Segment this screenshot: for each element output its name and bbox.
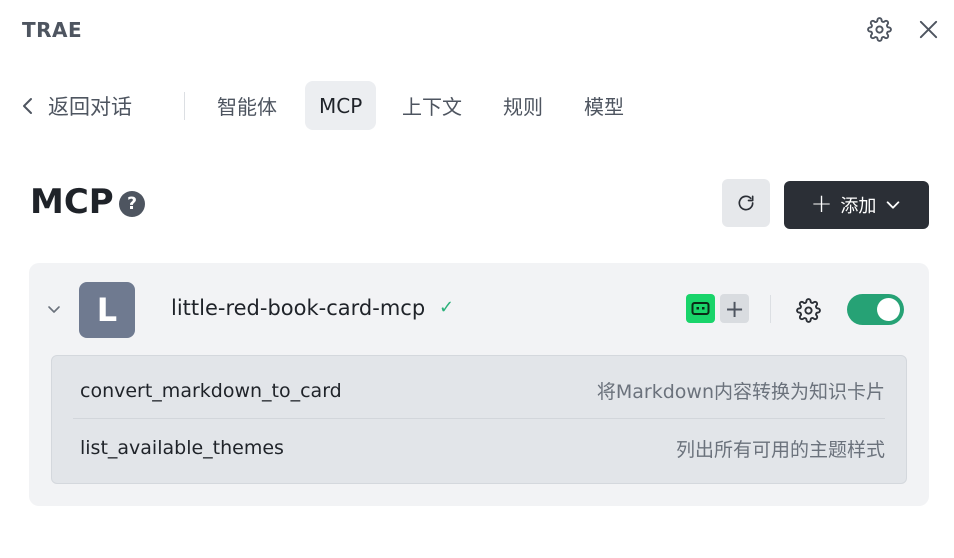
chevron-down-icon: [887, 201, 900, 209]
tab-agents[interactable]: 智能体: [203, 81, 291, 130]
tab-mcp[interactable]: MCP: [305, 81, 377, 130]
tool-name: list_available_themes: [80, 437, 284, 459]
close-icon[interactable]: [917, 18, 940, 41]
add-to-agent-button[interactable]: +: [720, 294, 749, 323]
chevron-left-icon: [23, 98, 32, 114]
add-button[interactable]: + 添加: [784, 181, 929, 229]
bot-icon: [691, 302, 710, 315]
tool-list: convert_markdown_to_card 将Markdown内容转换为知…: [51, 355, 907, 484]
nav-divider: [184, 92, 185, 120]
list-item: convert_markdown_to_card 将Markdown内容转换为知…: [73, 363, 885, 419]
back-to-chat-button[interactable]: 返回对话: [18, 88, 132, 124]
tool-description: 列出所有可用的主题样式: [675, 438, 885, 461]
tab-rules[interactable]: 规则: [489, 81, 557, 130]
avatar: L: [79, 282, 135, 338]
chevron-down-icon[interactable]: [46, 301, 62, 317]
back-label: 返回对话: [48, 95, 132, 119]
toggle-knob: [877, 298, 900, 321]
tool-description: 将Markdown内容转换为知识卡片: [596, 381, 885, 403]
page-title: MCP: [30, 182, 114, 222]
refresh-icon: [738, 195, 754, 211]
mcp-server-card: L little-red-book-card-mcp ✓ + convert_m…: [29, 263, 929, 506]
title-bar: TRAE: [0, 0, 954, 60]
agent-tag: [686, 294, 715, 323]
nav-bar: 返回对话 智能体 MCP 上下文 规则 模型: [0, 80, 954, 132]
divider: [770, 295, 771, 323]
server-enabled-toggle[interactable]: [847, 294, 904, 325]
gear-icon[interactable]: [796, 298, 821, 323]
server-name: little-red-book-card-mcp: [171, 296, 426, 320]
tool-name: convert_markdown_to_card: [80, 379, 342, 402]
plus-icon: +: [810, 188, 833, 219]
list-item: list_available_themes 列出所有可用的主题样式: [73, 420, 885, 476]
refresh-button[interactable]: [722, 179, 770, 227]
add-label: 添加: [840, 196, 877, 217]
status-check-icon: ✓: [439, 297, 455, 318]
help-icon[interactable]: ?: [119, 191, 145, 217]
app-title: TRAE: [22, 18, 83, 42]
tab-context[interactable]: 上下文: [388, 81, 476, 130]
section-header: MCP ? + 添加: [0, 178, 954, 232]
gear-icon[interactable]: [867, 17, 892, 42]
tab-models[interactable]: 模型: [570, 81, 638, 130]
